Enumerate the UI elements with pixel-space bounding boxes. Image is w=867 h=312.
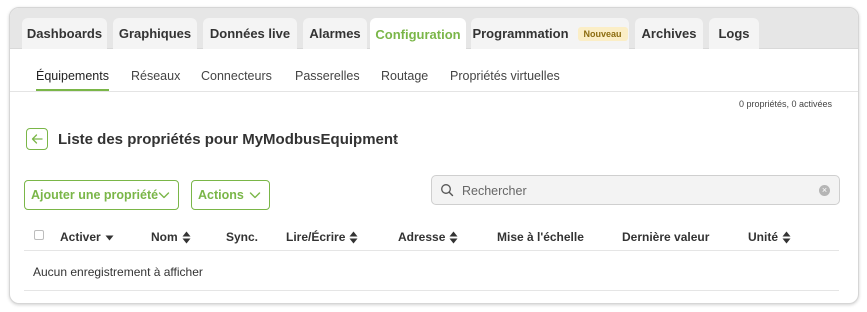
back-button[interactable] xyxy=(26,128,48,150)
page-title: Liste des propriétés pour MyModbusEquipm… xyxy=(58,131,399,148)
clear-icon[interactable]: × xyxy=(819,185,830,196)
column-header-derniere-valeur: Dernière valeur xyxy=(622,230,710,244)
select-all-checkbox[interactable] xyxy=(34,230,44,240)
tab-dashboards[interactable]: Dashboards xyxy=(22,18,107,49)
tab-alarmes[interactable]: Alarmes xyxy=(303,18,367,49)
column-header-activer[interactable]: Activer xyxy=(60,230,114,244)
sort-icon xyxy=(182,231,191,243)
column-header-mise-a-l-echelle: Mise à l'échelle xyxy=(497,230,584,244)
property-count: 0 propriétés, 0 activées xyxy=(738,99,832,109)
empty-table-row: Aucun enregistrement à afficher xyxy=(24,251,839,291)
add-property-button[interactable]: Ajouter une propriété xyxy=(24,180,179,210)
sort-icon xyxy=(782,231,791,243)
active-subtab-indicator xyxy=(36,89,109,91)
column-header-unite[interactable]: Unité xyxy=(748,230,791,244)
column-header-sync: Sync. xyxy=(226,230,259,244)
chevron-down-icon xyxy=(249,192,261,199)
sort-icon xyxy=(349,231,358,243)
subtab-reseaux[interactable]: Réseaux xyxy=(131,69,180,83)
main-card: Dashboards Graphiques Données live Alarm… xyxy=(9,7,859,304)
tab-programmation[interactable]: Programmation Nouveau xyxy=(471,18,629,49)
search-input[interactable] xyxy=(462,181,802,201)
subtab-proprietes-virtuelles[interactable]: Propriétés virtuelles xyxy=(450,69,560,83)
subtab-passerelles[interactable]: Passerelles xyxy=(295,69,360,83)
subtab-connecteurs[interactable]: Connecteurs xyxy=(201,69,272,83)
chevron-down-icon xyxy=(158,192,170,199)
tab-archives[interactable]: Archives xyxy=(635,18,703,49)
column-header-nom[interactable]: Nom xyxy=(151,230,191,244)
new-badge: Nouveau xyxy=(577,26,628,41)
table-header: Activer Nom Sync. Lire/Écrire Adresse Mi… xyxy=(24,216,839,251)
title-menu-toggle[interactable]: - xyxy=(393,131,398,147)
empty-message: Aucun enregistrement à afficher xyxy=(33,265,203,279)
sort-down-icon xyxy=(105,235,114,240)
sub-tab-bar: Équipements Réseaux Connecteurs Passerel… xyxy=(10,49,858,92)
tab-configuration[interactable]: Configuration xyxy=(370,18,466,50)
search-box: × xyxy=(431,175,840,205)
column-header-lire-ecrire[interactable]: Lire/Écrire xyxy=(286,230,358,244)
tab-donnees-live[interactable]: Données live xyxy=(203,18,297,49)
arrow-left-icon xyxy=(31,134,43,144)
actions-button[interactable]: Actions xyxy=(191,180,270,210)
search-icon xyxy=(441,184,454,197)
subtab-routage[interactable]: Routage xyxy=(381,69,428,83)
top-tab-bar: Dashboards Graphiques Données live Alarm… xyxy=(10,8,858,50)
subtab-equipements[interactable]: Équipements xyxy=(36,69,109,83)
tab-logs[interactable]: Logs xyxy=(709,18,759,49)
sort-icon xyxy=(449,231,458,243)
tab-graphiques[interactable]: Graphiques xyxy=(113,18,197,49)
column-header-adresse[interactable]: Adresse xyxy=(398,230,458,244)
